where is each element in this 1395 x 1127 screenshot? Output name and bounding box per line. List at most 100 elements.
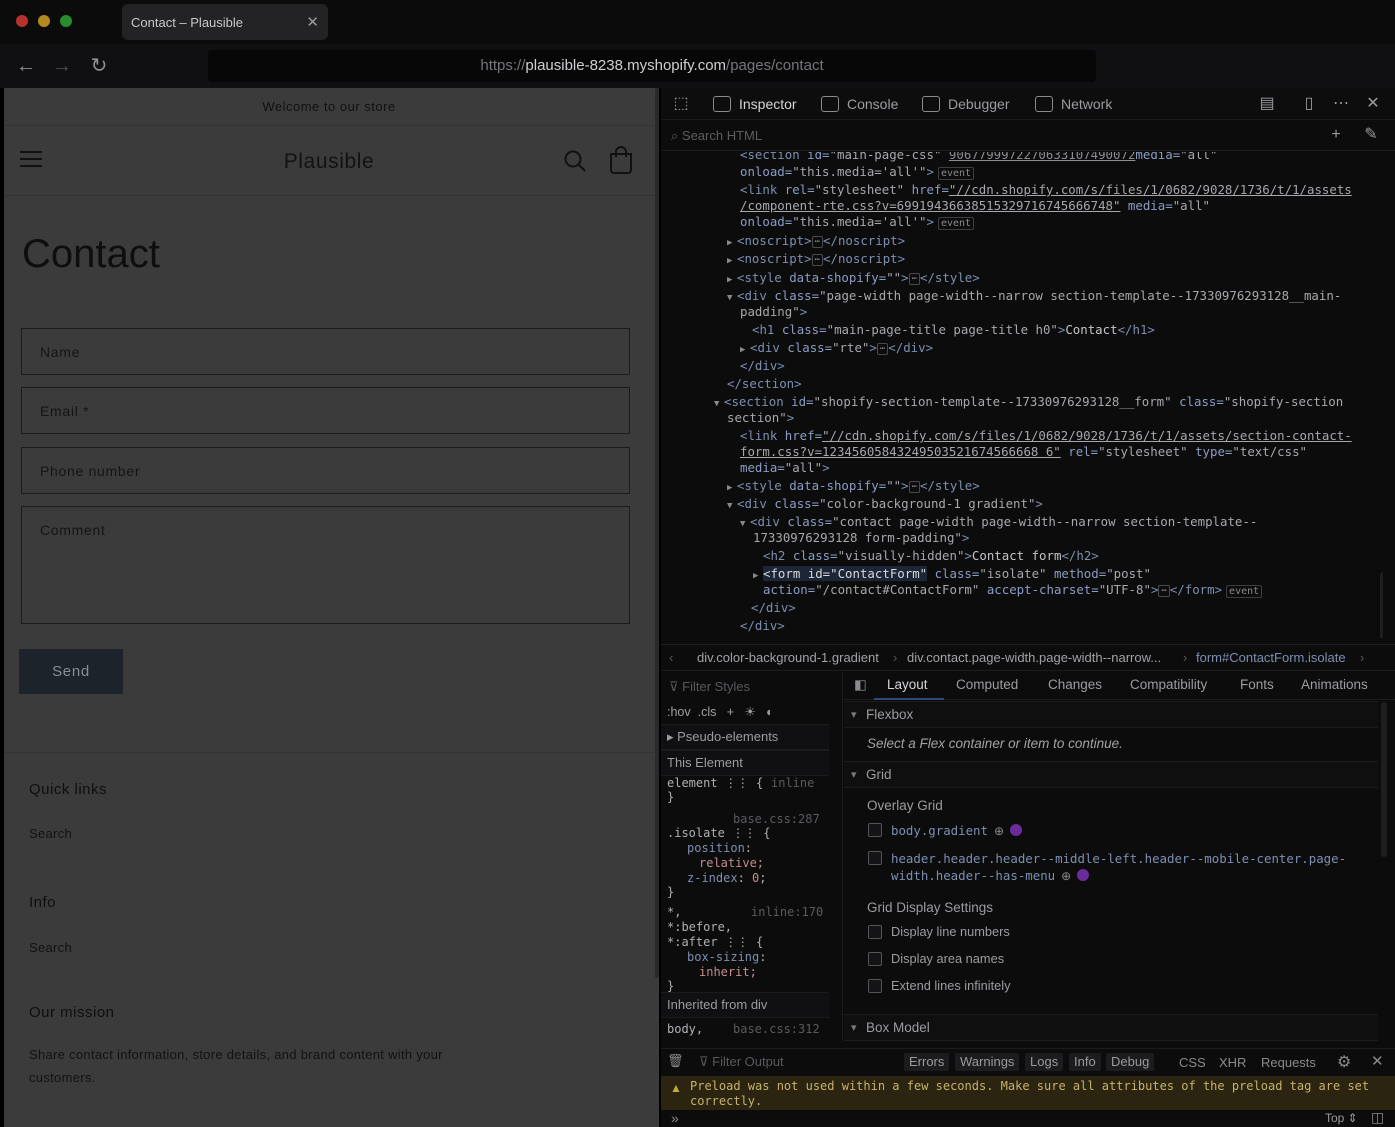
- markup-line[interactable]: 17330976293128 form-padding">: [753, 529, 969, 547]
- cart-icon[interactable]: [608, 146, 634, 174]
- markup-line[interactable]: ▼ <div class="page-width page-width--narr…: [727, 287, 1341, 307]
- markup-line[interactable]: </div>: [740, 357, 785, 375]
- tab-animations[interactable]: Animations: [1301, 677, 1368, 692]
- markup-line[interactable]: </div>: [740, 617, 785, 635]
- markup-line[interactable]: ▶ <noscript> ⋯ </noscript>: [727, 232, 905, 252]
- close-devtools-icon[interactable]: ✕: [1363, 94, 1383, 114]
- grid-overlay-checkbox[interactable]: [868, 851, 882, 865]
- pseudo-class-toggles[interactable]: :hov .cls + ☀ ◐: [667, 704, 774, 719]
- add-node-icon[interactable]: +: [1326, 125, 1346, 145]
- minimize-window-button[interactable]: [38, 15, 50, 27]
- tab-network[interactable]: Network: [1035, 88, 1112, 120]
- close-window-button[interactable]: [16, 15, 28, 27]
- markup-line[interactable]: <h2 class="visually-hidden">Contact form…: [763, 547, 1099, 565]
- breadcrumb-item[interactable]: div.color-background-1.gradient: [697, 645, 879, 670]
- rule-source-link[interactable]: base.css:287: [733, 812, 820, 826]
- highlight-target-icon[interactable]: ⊕: [1061, 868, 1071, 885]
- editor-mode-icon[interactable]: ◫: [1371, 1109, 1384, 1126]
- email-field[interactable]: Email *: [21, 387, 630, 434]
- grid-overlay-checkbox[interactable]: [868, 823, 882, 837]
- rule-source-link[interactable]: inline:170: [751, 905, 823, 919]
- element-rule-source[interactable]: inline: [771, 776, 814, 790]
- forward-arrow-icon[interactable]: →: [50, 54, 74, 78]
- browser-tab[interactable]: Contact – Plausible ✕: [122, 4, 328, 40]
- search-html-input[interactable]: ⌕ Search HTML: [671, 128, 762, 144]
- grid-item-selector[interactable]: body.gradient: [891, 823, 988, 838]
- markup-line[interactable]: padding">: [740, 303, 807, 321]
- responsive-design-icon[interactable]: ▯: [1299, 94, 1319, 114]
- tab-console[interactable]: Console: [821, 88, 898, 120]
- back-arrow-icon[interactable]: ←: [14, 54, 38, 78]
- css-declaration[interactable]: position:: [687, 841, 752, 855]
- console-prompt-icon[interactable]: »: [671, 1110, 679, 1126]
- footer-link-search-info[interactable]: Search: [29, 940, 72, 955]
- store-brand[interactable]: Plausible: [4, 150, 654, 174]
- tab-compatibility[interactable]: Compatibility: [1130, 677, 1207, 692]
- filter-output-input[interactable]: ⊽ Filter Output: [699, 1054, 784, 1070]
- trash-icon[interactable]: 🗑: [667, 1053, 684, 1069]
- console-warning-row[interactable]: ▲ Preload was not used within a few seco…: [661, 1076, 1395, 1110]
- markup-line[interactable]: section">: [727, 409, 794, 427]
- breadcrumb-left-arrow-icon[interactable]: ‹: [669, 645, 673, 670]
- name-field[interactable]: Name: [21, 328, 630, 375]
- filter-logs[interactable]: Logs: [1025, 1053, 1064, 1071]
- reload-icon[interactable]: ↻: [87, 54, 111, 78]
- markup-line[interactable]: ▼ <section id="shopify-section-template--…: [714, 393, 1343, 413]
- element-rule[interactable]: element ⋮⋮ {: [667, 776, 763, 790]
- close-tab-icon[interactable]: ✕: [306, 13, 319, 31]
- display-line-numbers-checkbox[interactable]: [868, 925, 882, 939]
- css-value[interactable]: relative;: [699, 856, 764, 870]
- markup-scrollbar[interactable]: [1380, 572, 1383, 638]
- css-declaration[interactable]: box-sizing:: [687, 950, 766, 964]
- css-declaration[interactable]: z-index: 0;: [687, 871, 767, 885]
- markup-view[interactable]: <section id="main-page-css" 906779997227…: [661, 152, 1383, 638]
- filter-info[interactable]: Info: [1069, 1053, 1101, 1071]
- toggle-sidebar-icon[interactable]: ◧: [854, 677, 867, 693]
- markup-line[interactable]: </section>: [727, 375, 802, 393]
- tab-changes[interactable]: Changes: [1048, 677, 1102, 692]
- markup-line[interactable]: </div>: [751, 599, 796, 617]
- console-settings-icon[interactable]: ⚙: [1337, 1052, 1351, 1072]
- rule-source-link[interactable]: base.css:312: [733, 1022, 820, 1036]
- context-selector[interactable]: Top ⇕: [1325, 1111, 1358, 1125]
- pseudo-elements-toggle[interactable]: ▸ Pseudo-elements: [661, 724, 829, 750]
- dark-scheme-icon[interactable]: ◐: [766, 705, 774, 719]
- filter-requests[interactable]: Requests: [1261, 1055, 1316, 1070]
- tab-debugger[interactable]: Debugger: [922, 88, 1010, 120]
- grid-item-selector[interactable]: header.header.header--middle-left.header…: [891, 851, 1346, 883]
- element-picker-icon[interactable]: ⬚: [671, 94, 691, 114]
- comment-field[interactable]: Comment: [21, 506, 630, 624]
- filter-css[interactable]: CSS: [1179, 1055, 1206, 1070]
- phone-field[interactable]: Phone number: [21, 447, 630, 494]
- isolate-rule-selector[interactable]: .isolate ⋮⋮ {: [667, 826, 770, 840]
- page-scrollbar[interactable]: [655, 88, 659, 978]
- markup-line[interactable]: onload="this.media='all'"> event: [740, 163, 975, 181]
- breadcrumb-item-current[interactable]: form#ContactForm.isolate: [1196, 645, 1346, 670]
- search-icon[interactable]: [562, 148, 588, 174]
- flexbox-section-header[interactable]: Flexbox: [844, 701, 1378, 728]
- tab-inspector[interactable]: Inspector: [713, 88, 797, 120]
- zoom-window-button[interactable]: [60, 15, 72, 27]
- filter-errors[interactable]: Errors: [904, 1053, 950, 1071]
- css-value[interactable]: inherit;: [699, 965, 757, 979]
- markup-line[interactable]: onload="this.media='all'"> event: [740, 213, 975, 231]
- dock-layout-icon[interactable]: ▤: [1257, 94, 1277, 114]
- markup-line[interactable]: ▶ <style data-shopify=""> ⋯ </style>: [727, 269, 980, 289]
- markup-line[interactable]: ▼ <div class="color-background-1 gradient…: [727, 495, 1043, 515]
- tab-layout[interactable]: Layout: [887, 677, 928, 692]
- layout-scrollbar[interactable]: [1381, 702, 1387, 857]
- markup-line[interactable]: action="/contact#ContactForm" accept-cha…: [763, 581, 1263, 599]
- send-button[interactable]: Send: [19, 649, 123, 694]
- breadcrumb-item[interactable]: div.contact.page-width.page-width--narro…: [907, 645, 1161, 670]
- highlight-target-icon[interactable]: ⊕: [994, 824, 1004, 838]
- extend-lines-checkbox[interactable]: [868, 979, 882, 993]
- filter-styles-input[interactable]: ⊽ Filter Styles: [669, 679, 750, 695]
- grid-color-swatch[interactable]: [1077, 869, 1090, 881]
- markup-line[interactable]: ▶ <noscript> ⋯ </noscript>: [727, 250, 905, 270]
- cls-toggle[interactable]: .cls: [698, 705, 717, 719]
- grid-color-swatch[interactable]: [1010, 824, 1023, 836]
- add-rule-icon[interactable]: +: [727, 705, 734, 719]
- tab-fonts[interactable]: Fonts: [1240, 677, 1274, 692]
- markup-line[interactable]: media="all">: [740, 459, 830, 477]
- filter-debug[interactable]: Debug: [1106, 1053, 1155, 1071]
